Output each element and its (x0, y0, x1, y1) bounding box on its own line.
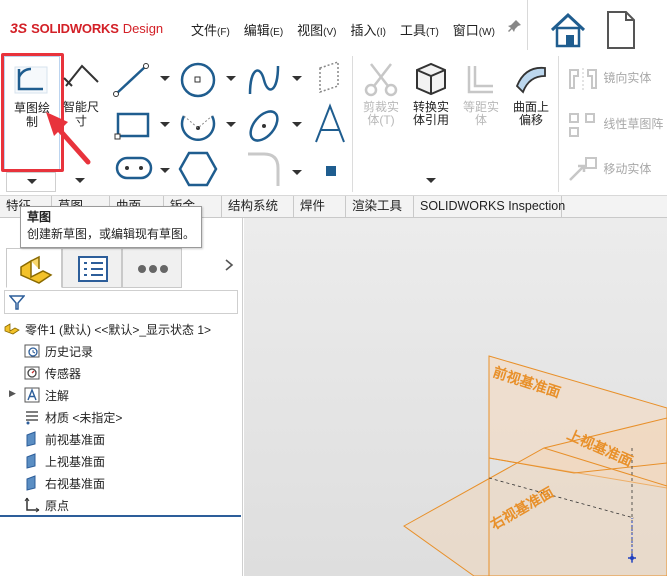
convert-entities-icon (416, 62, 446, 96)
smart-dimension-label: 智能尺 寸 (62, 100, 99, 128)
ribbon-separator (352, 56, 353, 192)
tree-item-front-plane[interactable]: 前视基准面 (24, 428, 105, 450)
linear-pattern-icon (569, 113, 595, 137)
more-dots-icon (138, 265, 168, 273)
graphics-area[interactable]: 前视基准面 上视基准面 右视基准面 (244, 218, 667, 576)
tree-rollback-bar[interactable] (0, 515, 241, 517)
material-icon (26, 411, 38, 425)
menu-insert[interactable]: 插入(I) (344, 18, 393, 41)
menu-bar: 文件(F) 编辑(E) 视图(V) 插入(I) 工具(T) 窗口(W) (184, 18, 502, 41)
mirror-icon (569, 68, 597, 90)
logo-ds-mark: 3S (10, 20, 28, 36)
history-icon (24, 344, 40, 358)
feature-manager-panel: 零件1 (默认) <<默认>_显示状态 1> 历史记录 传感器 ▶ 注解 材质 … (0, 218, 243, 576)
linear-pattern-button[interactable]: 线性草图阵 (566, 110, 663, 140)
tree-item-annotations[interactable]: 注解 (24, 384, 69, 406)
smart-dimension-icon (63, 64, 99, 87)
tree-filter[interactable] (4, 290, 238, 314)
chevron-down-icon[interactable] (75, 178, 85, 183)
rectangle-icon[interactable] (114, 108, 154, 142)
chevron-down-icon[interactable] (160, 122, 170, 127)
chevron-down-icon[interactable] (226, 76, 236, 81)
trim-entities-button[interactable]: 剪裁实 体(T) (356, 60, 406, 127)
menu-tools[interactable]: 工具(T) (393, 18, 446, 41)
tooltip-description: 创建新草图，或编辑现有草图。 (27, 227, 196, 241)
pin-icon[interactable] (508, 19, 522, 33)
arc-icon[interactable] (178, 106, 218, 146)
offset-entities-button[interactable]: 等距实 体 (456, 60, 506, 127)
tree-item-right-plane[interactable]: 右视基准面 (24, 472, 105, 494)
tab-feature-manager[interactable] (6, 248, 62, 288)
sketch-tooltip: 草图 创建新草图，或编辑现有草图。 (20, 206, 202, 248)
chevron-right-icon[interactable] (224, 258, 234, 272)
mirror-entities-button[interactable]: 镜向实体 (566, 66, 651, 92)
property-list-icon (78, 256, 108, 282)
logo-brand: SOLIDWORKS (31, 20, 119, 36)
expand-arrow-icon[interactable]: ▶ (9, 388, 16, 399)
chevron-down-icon[interactable] (160, 76, 170, 81)
move-entities-icon (569, 157, 597, 181)
surface-offset-button[interactable]: 曲面上 偏移 (506, 60, 556, 127)
convert-entities-button[interactable]: 转换实 体引用 (406, 60, 456, 127)
ellipse-icon[interactable] (244, 106, 284, 146)
tab-structure-system[interactable]: 结构系统 (222, 196, 294, 218)
plane-icon (26, 431, 36, 447)
tree-item-origin[interactable]: 原点 (24, 494, 69, 516)
menu-file[interactable]: 文件(F) (184, 18, 237, 41)
new-document-icon[interactable] (604, 10, 638, 50)
tab-property-manager[interactable] (62, 248, 122, 288)
polygon-icon[interactable] (178, 150, 218, 188)
command-manager-ribbon: 草图绘 制 智能尺 寸 剪裁实 体(T) 转换实 体引用 等距实 体 曲面上 偏… (0, 50, 667, 196)
move-entities-button[interactable]: 移动实体 (566, 156, 651, 184)
tree-root-part[interactable]: 零件1 (默认) <<默认>_显示状态 1> (4, 318, 211, 340)
ribbon-separator (558, 56, 559, 192)
filter-icon (9, 295, 25, 310)
plane-icon[interactable] (314, 60, 344, 94)
offset-entities-icon (467, 66, 493, 94)
line-icon[interactable] (112, 62, 152, 98)
chevron-down-icon[interactable] (292, 122, 302, 127)
tree-item-material[interactable]: 材质 <未指定> (24, 406, 122, 428)
tree-item-history[interactable]: 历史记录 (24, 340, 93, 362)
home-icon[interactable] (548, 10, 588, 50)
chevron-down-icon (27, 179, 37, 184)
tooltip-title: 草图 (27, 210, 52, 224)
menu-view[interactable]: 视图(V) (290, 18, 343, 41)
spline-icon[interactable] (244, 60, 284, 100)
fillet-icon[interactable] (244, 150, 284, 188)
smart-dimension-button[interactable]: 智能尺 寸 (58, 60, 104, 130)
reference-planes-graphic: 前视基准面 上视基准面 右视基准面 (403, 355, 667, 576)
plane-icon (26, 453, 36, 469)
point-icon[interactable] (324, 164, 338, 178)
sensor-icon (24, 366, 40, 380)
plane-icon (26, 475, 36, 491)
scissors-icon (364, 63, 398, 97)
surface-offset-icon (515, 66, 546, 94)
tree-item-top-plane[interactable]: 上视基准面 (24, 450, 105, 472)
circle-icon[interactable] (178, 60, 218, 100)
chevron-down-icon[interactable] (292, 170, 302, 175)
panel-tabs (0, 248, 243, 288)
tab-more[interactable] (122, 248, 182, 288)
tree-item-sensors[interactable]: 传感器 (24, 362, 81, 384)
tab-weldments[interactable]: 焊件 (294, 196, 346, 218)
part-icon (20, 255, 53, 284)
solidworks-logo[interactable]: 3S SOLIDWORKS Design (10, 20, 163, 36)
text-icon[interactable] (312, 102, 348, 146)
chevron-down-icon[interactable] (226, 122, 236, 127)
tab-render-tools[interactable]: 渲染工具 (346, 196, 414, 218)
chevron-down-icon[interactable] (426, 178, 436, 183)
chevron-down-icon[interactable] (292, 76, 302, 81)
origin-icon (24, 497, 40, 513)
slot-icon[interactable] (114, 154, 154, 182)
chevron-down-icon[interactable] (160, 168, 170, 173)
annotation-icon (24, 387, 40, 403)
tab-solidworks-inspection[interactable]: SOLIDWORKS Inspection (414, 196, 565, 218)
menu-edit[interactable]: 编辑(E) (237, 18, 290, 41)
logo-suffix: Design (122, 20, 164, 36)
menu-window[interactable]: 窗口(W) (446, 18, 502, 41)
sketch-dropdown[interactable] (6, 172, 56, 192)
part-icon (4, 323, 20, 335)
